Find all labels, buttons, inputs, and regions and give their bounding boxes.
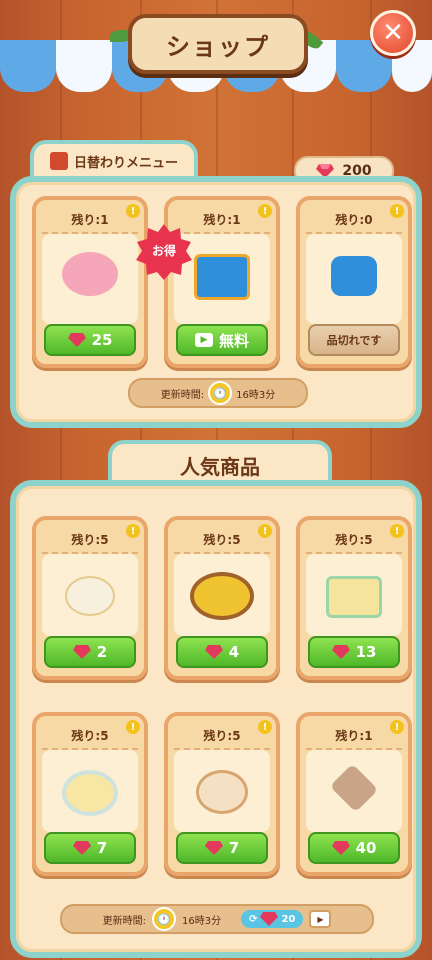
coin-bag-icon (331, 256, 377, 296)
video-icon: ▶ (194, 333, 213, 347)
gem-icon (260, 912, 279, 926)
info-icon[interactable]: ! (390, 524, 404, 538)
remaining-count: 残り:5 (203, 532, 241, 547)
popular-title: 人気商品 (180, 454, 260, 479)
gem-icon (72, 645, 91, 659)
close-button[interactable]: ✕ (370, 10, 416, 56)
price-label: 品切れです (326, 334, 382, 347)
remaining-count: 残り:0 (335, 212, 373, 227)
price-label: 2 (96, 643, 108, 661)
gem-icon (331, 645, 350, 659)
info-icon[interactable]: ! (390, 204, 404, 218)
remaining-count: 残り:1 (335, 728, 373, 743)
refresh-time: 16時3分 (236, 389, 276, 401)
watch-video-button[interactable]: ▶ 無料 (176, 324, 268, 356)
info-icon[interactable]: ! (126, 524, 140, 538)
treasure-chest-icon (194, 254, 250, 300)
popular-item-card[interactable]: 残り:5 ! 13 (296, 516, 412, 680)
deal-badge-label: お得 (151, 244, 176, 258)
daily-item-card[interactable]: 残り:0 ! 品切れです (296, 196, 412, 368)
remaining-count: 残り:5 (71, 532, 109, 547)
price-label: 7 (96, 839, 108, 857)
popular-refresh-bar: 更新時間: 🕐 16時3分 ⟳ 20 ▶ (60, 904, 374, 934)
popular-item-card[interactable]: 残り:5 ! 7 (164, 712, 280, 876)
remaining-count: 残り:1 (203, 212, 241, 227)
buy-button[interactable]: 25 (44, 324, 136, 356)
tofu-cake-icon (326, 576, 382, 618)
price-label: 40 (355, 839, 377, 857)
price-label: 無料 (218, 331, 249, 350)
egg-soup-icon (62, 770, 118, 816)
gem-icon (331, 841, 350, 855)
clock-icon: 🕐 (151, 907, 176, 931)
popular-item-card[interactable]: 残り:5 ! 2 (32, 516, 148, 680)
price-label: 13 (355, 643, 377, 661)
close-icon: ✕ (382, 18, 404, 48)
dumpling-basket-icon (190, 572, 254, 620)
tab-daily-label: 日替わりメニュー (73, 155, 178, 171)
buy-button[interactable]: 2 (44, 636, 136, 668)
remaining-count: 残り:5 (203, 728, 241, 743)
buy-button[interactable]: 40 (308, 832, 400, 864)
refresh-cost: 20 (281, 913, 296, 925)
info-icon[interactable]: ! (126, 720, 140, 734)
refresh-label: 更新時間: (160, 389, 205, 401)
info-icon[interactable]: ! (390, 720, 404, 734)
buy-button[interactable]: 7 (176, 832, 268, 864)
gem-icon (204, 841, 223, 855)
piggy-bank-icon (62, 252, 118, 296)
popular-item-card[interactable]: 残り:1 ! 40 (296, 712, 412, 876)
buy-button[interactable]: 4 (176, 636, 268, 668)
tab-daily-menu: 日替わりメニュー (30, 140, 198, 178)
info-icon[interactable]: ! (258, 204, 272, 218)
meat-bun-icon (196, 770, 248, 814)
wrapped-parcel-icon (329, 763, 379, 813)
sold-out-button: 品切れです (308, 324, 400, 356)
shop-title: ショップ (128, 14, 308, 74)
buy-button[interactable]: 7 (44, 832, 136, 864)
remaining-count: 残り:1 (71, 212, 109, 227)
gem-icon (204, 645, 223, 659)
video-refresh-button[interactable]: ▶ (309, 910, 332, 928)
daily-menu-panel: 残り:1 ! 25 残り:1 ! ▶ 無料 残り:0 ! 品切れです 更新時間:… (10, 176, 422, 428)
popular-item-card[interactable]: 残り:5 ! 4 (164, 516, 280, 680)
refresh-icon: ⟳ (249, 913, 258, 925)
refresh-time: 16時3分 (181, 915, 222, 927)
popular-items-panel: 残り:5 ! 2 残り:5 ! 4 残り:5 ! 13 残り:5 ! 7 残り:… (10, 480, 422, 958)
popular-item-card[interactable]: 残り:5 ! 7 (32, 712, 148, 876)
price-label: 4 (228, 643, 240, 661)
shop-stall-icon (49, 152, 68, 170)
info-icon[interactable]: ! (126, 204, 140, 218)
gem-icon (67, 333, 86, 347)
remaining-count: 残り:5 (335, 532, 373, 547)
daily-refresh-timer: 更新時間: 🕐 16時3分 (128, 378, 308, 408)
refresh-label: 更新時間: (102, 915, 146, 927)
remaining-count: 残り:5 (71, 728, 109, 743)
bun-icon (65, 576, 115, 616)
info-icon[interactable]: ! (258, 720, 272, 734)
price-label: 7 (228, 839, 240, 857)
refresh-gem-button[interactable]: ⟳ 20 (241, 910, 304, 928)
daily-item-card[interactable]: 残り:1 ! 25 (32, 196, 148, 368)
info-icon[interactable]: ! (258, 524, 272, 538)
clock-icon: 🕐 (208, 381, 233, 405)
gem-icon (72, 841, 91, 855)
price-label: 25 (91, 331, 113, 349)
buy-button[interactable]: 13 (308, 636, 400, 668)
